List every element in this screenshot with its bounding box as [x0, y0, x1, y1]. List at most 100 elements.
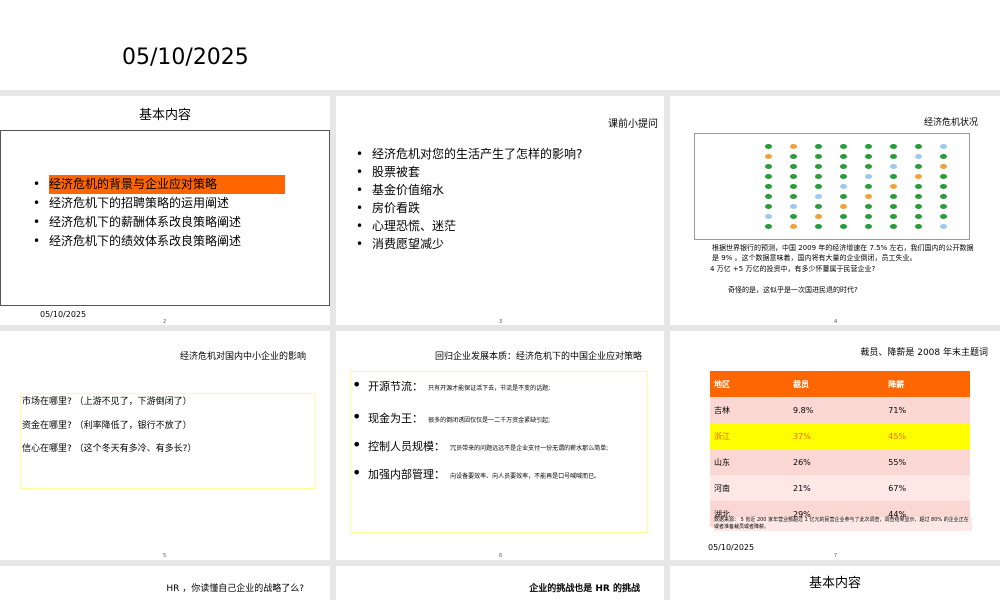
indicator-dot — [915, 174, 922, 179]
indicator-dot — [890, 154, 897, 159]
bullet-item: 经济危机对您的生活产生了怎样的影响? — [354, 145, 582, 163]
slide-title: 企业的挑战也是 HR 的挑战 — [529, 584, 640, 594]
slide-title: 基本内容 — [808, 576, 861, 591]
slide-thumbnail-4[interactable]: 经济危机状况 根据世界银行的预测，中国 2009 年的经济增速在 7.5% 左右… — [670, 96, 1000, 325]
page-number: 4 — [834, 319, 838, 325]
bullet-item: 经济危机的背景与企业应对策略 — [31, 175, 285, 194]
indicator-dot — [865, 154, 872, 159]
indicator-dot — [765, 194, 772, 199]
page-number: 5 — [163, 553, 167, 559]
indicator-dot — [790, 214, 797, 219]
indicator-dot — [790, 154, 797, 159]
strategy-item: 加强内部管理： 向设备要效率、向人员要效率，不能再是口号喊喊而已。 — [350, 467, 640, 482]
bullet-list: 经济危机的背景与企业应对策略 经济危机下的招聘策略的运用阐述 经济危机下的薪酬体… — [31, 175, 285, 251]
slide-thumbnail-10[interactable]: 基本内容 — [670, 566, 1000, 600]
bullet-item: 房价看跌 — [354, 199, 582, 217]
bullet-item: 经济危机下的绩效体系改良策略阐述 — [31, 232, 285, 251]
indicator-dot — [790, 164, 797, 169]
indicator-dot — [840, 174, 847, 179]
indicator-dot — [890, 164, 897, 169]
indicator-dot — [940, 214, 947, 219]
table-header: 地区 — [710, 371, 789, 397]
indicator-dot — [840, 144, 847, 149]
indicator-dot — [765, 184, 772, 189]
table-row: 河南 21% 67% — [710, 475, 970, 501]
indicator-dot — [865, 184, 872, 189]
indicator-dot — [790, 184, 797, 189]
indicator-dot — [815, 214, 822, 219]
slide-title: 经济危机对国内中小企业的影响 — [179, 352, 306, 362]
slide-thumbnail-2[interactable]: 基本内容 经济危机的背景与企业应对策略 经济危机下的招聘策略的运用阐述 经济危机… — [0, 96, 330, 325]
slide-title: 裁员、降薪是 2008 年末主题词 — [860, 348, 988, 358]
indicator-dot — [840, 224, 847, 229]
slide-thumbnail-7[interactable]: 裁员、降薪是 2008 年末主题词 地区 裁员 降薪 吉林 9.8% 71% 浙… — [670, 331, 1000, 560]
page-number: 6 — [499, 553, 503, 559]
indicator-dot — [865, 174, 872, 179]
bullet-item: 消费愿望减少 — [354, 235, 582, 253]
indicator-dot — [890, 194, 897, 199]
table-row: 山东 26% 55% — [710, 449, 970, 475]
slide-title: 回归企业发展本质：经济危机下的中国企业应对策略 — [434, 352, 642, 362]
table-cell: 21% — [789, 475, 885, 501]
table-cell: 吉林 — [710, 397, 789, 423]
presentation-header: 05/10/2025 — [0, 0, 1000, 90]
table-header-row: 地区 裁员 降薪 — [710, 371, 970, 397]
indicator-dot — [815, 184, 822, 189]
indicator-dot — [790, 204, 797, 209]
slide-thumbnail-6[interactable]: 回归企业发展本质：经济危机下的中国企业应对策略 开源节流： 只有开源才能保证活下… — [336, 331, 664, 560]
indicator-dot — [765, 224, 772, 229]
indicator-dot — [815, 164, 822, 169]
indicator-dot — [790, 174, 797, 179]
question: 信心在哪里? （这个冬天有多冷、有多长?） — [22, 444, 197, 454]
strategy-item: 控制人员规模： 冗员带来的问题远远不是企业支付一份无谓的薪水那么简单; — [350, 439, 640, 454]
indicator-dot — [840, 204, 847, 209]
indicator-dot — [915, 184, 922, 189]
bullet-list: 经济危机对您的生活产生了怎样的影响? 股票被套 基金价值缩水 房价看跌 心理恐慌… — [354, 145, 582, 253]
slide-thumbnail-3[interactable]: 课前小提问 经济危机对您的生活产生了怎样的影响? 股票被套 基金价值缩水 房价看… — [336, 96, 664, 325]
indicator-dot — [765, 214, 772, 219]
bullet-item: 经济危机下的薪酬体系改良策略阐述 — [31, 213, 285, 232]
table-cell: 37% — [789, 423, 885, 449]
indicator-grid-image — [694, 133, 970, 240]
slide-thumbnail-5[interactable]: 经济危机对国内中小企业的影响 市场在哪里? （上游不见了，下游倒闭了） 资金在哪… — [0, 331, 330, 560]
indicator-dot — [940, 174, 947, 179]
indicator-dot — [765, 154, 772, 159]
indicator-dot — [890, 214, 897, 219]
indicator-dot — [865, 204, 872, 209]
indicator-dot — [840, 184, 847, 189]
data-source-note: 数据来源： 5 省近 200 家年营业额超过 1 亿元的民营企业参与了此次调查，… — [714, 517, 972, 531]
indicator-dot — [865, 224, 872, 229]
indicator-dot — [940, 144, 947, 149]
indicator-dot — [915, 224, 922, 229]
strategy-item: 现金为王： 很多的倒闭诱因仅仅是一二千万资金紧缺引起; — [350, 407, 640, 426]
question: 资金在哪里? （利率降低了，银行不放了） — [22, 421, 192, 431]
page-number: 2 — [163, 319, 167, 325]
table-header: 裁员 — [789, 371, 885, 397]
indicator-dot — [890, 144, 897, 149]
slide-title: HR ，你读懂自己企业的战略了么? — [166, 584, 304, 594]
paragraph: 奇怪的是，这似乎是一次国进民退的时代? — [728, 286, 858, 294]
indicator-dot — [840, 214, 847, 219]
indicator-dot — [865, 194, 872, 199]
indicator-dot — [915, 204, 922, 209]
bullet-item: 心理恐慌、迷茫 — [354, 217, 582, 235]
table-cell: 26% — [789, 449, 885, 475]
indicator-dot — [865, 214, 872, 219]
indicator-dot — [790, 144, 797, 149]
table-cell: 67% — [884, 475, 970, 501]
indicator-dot — [765, 174, 772, 179]
indicator-dot — [940, 204, 947, 209]
content-frame: 经济危机的背景与企业应对策略 经济危机下的招聘策略的运用阐述 经济危机下的薪酬体… — [0, 130, 330, 306]
table-cell: 河南 — [710, 475, 789, 501]
indicator-dot — [815, 224, 822, 229]
slide-thumbnail-8[interactable]: HR ，你读懂自己企业的战略了么? — [0, 566, 330, 600]
indicator-dot — [915, 214, 922, 219]
slide-title: 基本内容 — [138, 108, 191, 123]
layoff-pay-cut-table: 地区 裁员 降薪 吉林 9.8% 71% 浙江 37% 45% 山东 26% 5… — [710, 371, 970, 527]
indicator-dot — [815, 204, 822, 209]
indicator-dot — [815, 194, 822, 199]
indicator-dot — [840, 164, 847, 169]
slide-thumbnail-9[interactable]: 企业的挑战也是 HR 的挑战 — [336, 566, 664, 600]
page-number: 7 — [834, 553, 838, 559]
table-cell: 45% — [884, 423, 970, 449]
